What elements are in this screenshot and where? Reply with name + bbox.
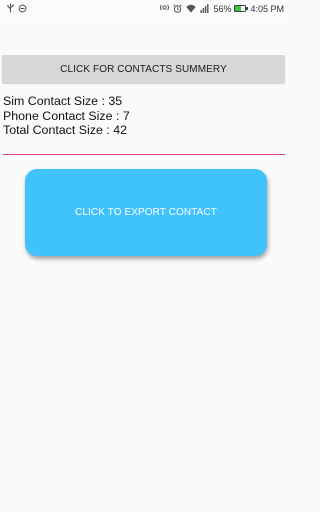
usb-icon	[7, 3, 14, 13]
status-right-icons: 56% 4:05 PM	[160, 3, 284, 14]
sync-icon	[18, 4, 27, 13]
battery-percent: 56%	[213, 3, 232, 14]
sim-contact-size: Sim Contact Size : 35	[3, 94, 123, 108]
export-contact-button[interactable]: CLICK TO EXPORT CONTACT	[25, 169, 267, 256]
status-time: 4:05 PM	[250, 3, 284, 14]
signal-icon	[200, 4, 209, 13]
status-left-icons	[7, 3, 31, 13]
phone-contact-size: Phone Contact Size : 7	[3, 108, 130, 123]
alarm-icon	[173, 4, 183, 13]
wifi-icon	[186, 4, 197, 13]
divider	[3, 154, 285, 155]
contact-info: Sim Contact Size : 35 Phone Contact Size…	[3, 94, 283, 138]
battery-level	[235, 6, 242, 11]
contacts-summary-button[interactable]: CLICK FOR CONTACTS SUMMERY	[2, 55, 285, 83]
app-screen: 56% 4:05 PM CLICK FOR CONTACTS SUMMERY S…	[0, 0, 288, 512]
total-contact-size: Total Contact Size : 42	[3, 123, 127, 137]
status-bar: 56% 4:05 PM	[0, 0, 288, 17]
battery-icon	[234, 5, 249, 12]
nfc-icon	[160, 3, 170, 14]
